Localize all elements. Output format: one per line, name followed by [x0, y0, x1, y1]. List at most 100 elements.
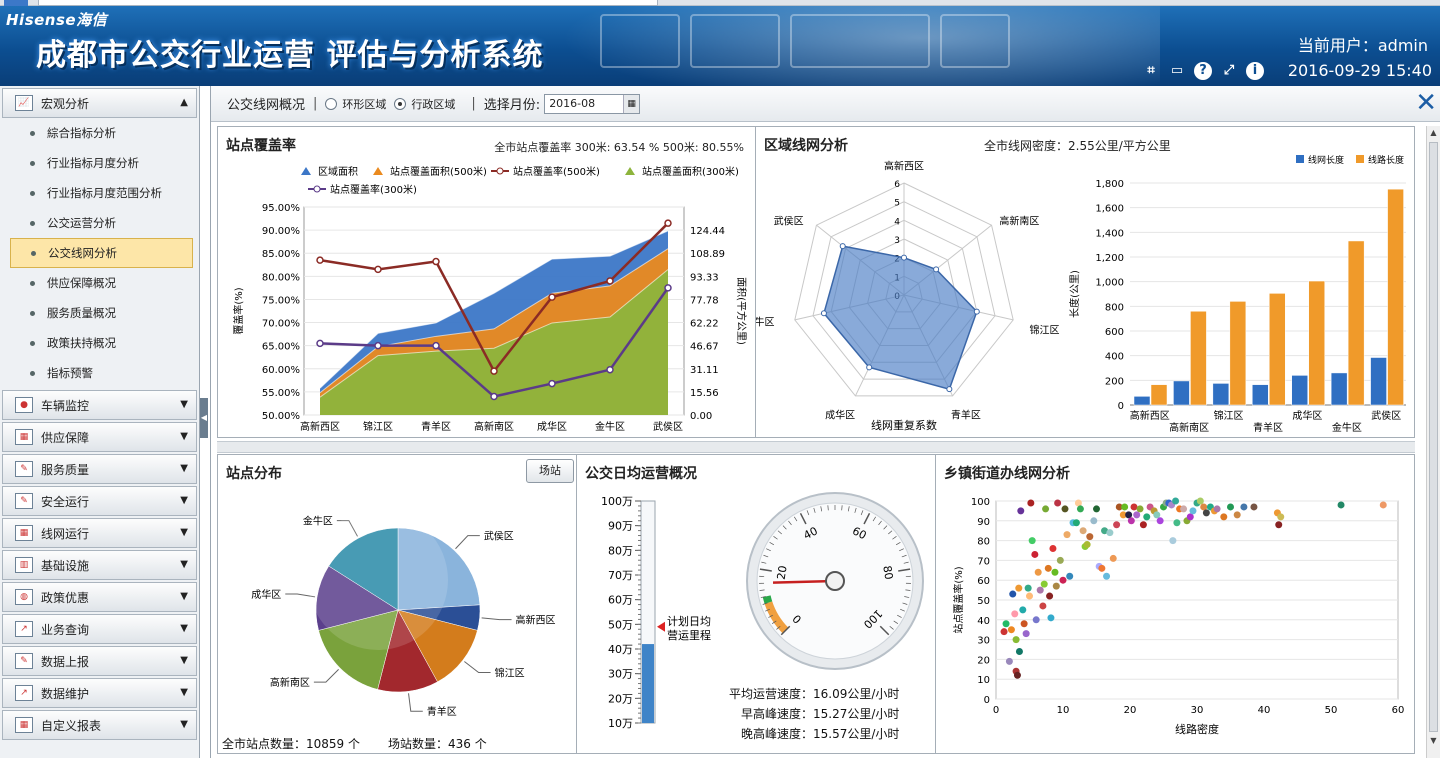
- sidebar-item[interactable]: 服务质量概况: [0, 298, 199, 328]
- radio-circle[interactable]: [325, 97, 338, 110]
- sidebar-group[interactable]: ↗ 业务查询 ▼: [2, 614, 197, 644]
- sidebar-group[interactable]: ◍ 政策优惠 ▼: [2, 582, 197, 612]
- sidebar-group[interactable]: ▥ 基础设施 ▼: [2, 550, 197, 580]
- coverage-chart: 50.00% 55.00% 60.00% 65.00% 70.00% 75.00% 80.0…: [232, 165, 748, 433]
- close-icon[interactable]: ✕: [1415, 88, 1437, 118]
- am-speed-label: 早高峰速度：: [740, 707, 813, 721]
- bar: [1212, 383, 1230, 406]
- chevron-down-icon[interactable]: ▼: [180, 719, 188, 730]
- scroll-thumb[interactable]: [1429, 142, 1438, 732]
- x-tick-label: 锦江区: [363, 420, 393, 433]
- month-label: 选择月份:: [483, 98, 541, 113]
- chevron-down-icon[interactable]: ▼: [180, 559, 188, 570]
- sidebar-group-label: 数据上报: [41, 654, 90, 669]
- station-count: 全市站点数量：10859 个: [222, 737, 360, 751]
- station-pie-chart: 武侯区高新西区锦江区青羊区 高新南区 成华区 金牛区: [251, 510, 556, 718]
- chevron-down-icon[interactable]: ▼: [180, 527, 188, 538]
- scatter-point: [1022, 630, 1030, 638]
- sidebar-group[interactable]: ✎ 服务质量 ▼: [2, 454, 197, 484]
- line-point: [316, 256, 324, 264]
- scatter-point: [1275, 521, 1283, 529]
- crop-icon[interactable]: ⌗: [1142, 62, 1160, 80]
- chevron-down-icon[interactable]: ▼: [180, 655, 188, 666]
- scatter-point: [1130, 503, 1138, 511]
- sidebar-item[interactable]: 綜合指标分析: [0, 118, 199, 148]
- bullet-icon: [30, 370, 35, 376]
- chevron-down-icon[interactable]: ▼: [180, 399, 188, 410]
- line-point: [374, 265, 382, 274]
- scatter-point: [1049, 545, 1057, 553]
- scatter-point: [1139, 521, 1147, 529]
- scatter-point: [1012, 636, 1020, 644]
- scatter-point: [1172, 497, 1180, 505]
- y-axis-label: 长度(公里): [1068, 270, 1081, 318]
- sidebar-item[interactable]: 公交线网分析: [10, 238, 193, 268]
- sidebar-group[interactable]: ✎ 安全运行 ▼: [2, 486, 197, 516]
- y-tick-label-left: 60.00%: [262, 365, 300, 376]
- y-tick-label-left: 75.00%: [262, 295, 300, 306]
- scroll-up-arrow[interactable]: ▲: [1427, 126, 1440, 140]
- chevron-down-icon[interactable]: ▼: [180, 623, 188, 634]
- radio-circle[interactable]: [394, 97, 407, 110]
- radar-point: [839, 243, 846, 250]
- bar: [1252, 384, 1269, 406]
- scatter-point: [1127, 517, 1135, 525]
- x-tick-label: 10: [1057, 705, 1070, 716]
- scatter-point: [1039, 602, 1047, 610]
- scatter-point: [1153, 511, 1161, 519]
- thermometer-tick-label: 50万: [608, 618, 633, 631]
- scatter-point: [1098, 564, 1106, 572]
- main-scrollbar[interactable]: ▲ ▼: [1426, 126, 1440, 758]
- month-input[interactable]: 2016-08 ▦: [544, 93, 641, 114]
- sidebar-group[interactable]: ▦ 供应保障 ▼: [2, 422, 197, 452]
- radio-ring-area[interactable]: 环形区域: [325, 96, 386, 112]
- sidebar-group[interactable]: ▦ 自定义报表 ▼: [2, 710, 197, 740]
- sidebar-group[interactable]: ↗ 数据维护 ▼: [2, 678, 197, 708]
- y-tick-label-right: 108.89: [690, 249, 725, 260]
- scatter-point: [1032, 616, 1040, 624]
- chevron-down-icon[interactable]: ▼: [180, 431, 188, 442]
- info-icon[interactable]: i: [1246, 62, 1264, 80]
- chart-icon: 📈: [15, 95, 33, 111]
- chevron-down-icon[interactable]: ▼: [180, 495, 188, 506]
- calendar-icon[interactable]: ▦: [623, 94, 640, 113]
- sidebar-item[interactable]: 公交运营分析: [0, 208, 199, 238]
- y-tick-label: 800: [1105, 302, 1124, 313]
- sidebar-item[interactable]: 政策扶持概况: [0, 328, 199, 358]
- app-title: 成都市公交行业运营 评估与分析系统: [36, 38, 544, 73]
- chevron-down-icon[interactable]: ▼: [180, 591, 188, 602]
- thermometer-tick-label: 30万: [608, 668, 633, 681]
- fullscreen-icon[interactable]: ⤢: [1220, 62, 1238, 80]
- keyboard-icon[interactable]: ▭: [1168, 62, 1186, 80]
- chevron-down-icon[interactable]: ▼: [180, 463, 188, 474]
- am-speed-value: 15.27公里/小时: [813, 707, 900, 721]
- sidebar-group[interactable]: ● 车辆监控 ▼: [2, 390, 197, 420]
- chevron-up-icon[interactable]: ▲: [180, 97, 188, 108]
- help-icon[interactable]: ?: [1194, 62, 1212, 80]
- bullet-icon: [30, 130, 35, 136]
- x-tick-label: 青羊区: [1253, 421, 1283, 434]
- scatter-point: [1034, 568, 1042, 576]
- ops-panel: 公交日均运营概况 10万 20万 30万 40万 50万 60万 70万 80万 90万 100万…: [576, 454, 936, 754]
- y-tick-label: 600: [1105, 327, 1124, 338]
- sidebar-group[interactable]: ▦ 线网运行 ▼: [2, 518, 197, 548]
- chevron-down-icon[interactable]: ▼: [180, 687, 188, 698]
- scatter-point: [1379, 501, 1387, 509]
- sidebar-group[interactable]: ✎ 数据上报 ▼: [2, 646, 197, 676]
- thermometer-tick-label: 80万: [608, 544, 633, 557]
- pie-leader-line: [464, 661, 491, 674]
- x-tick-label: 30: [1191, 705, 1204, 716]
- sidebar-group[interactable]: 📈 宏观分析 ▲: [2, 88, 197, 118]
- scatter-point: [1024, 584, 1032, 592]
- sidebar-item[interactable]: 供应保障概况: [0, 268, 199, 298]
- y-tick-label-right: 124.44: [690, 226, 725, 237]
- sidebar-item[interactable]: 行业指标月度范围分析: [0, 178, 199, 208]
- radio-admin-area[interactable]: 行政区域: [394, 96, 455, 112]
- sidebar-item[interactable]: 行业指标月度分析: [0, 148, 199, 178]
- scroll-down-arrow[interactable]: ▼: [1427, 734, 1440, 748]
- sidebar-collapse-handle[interactable]: ◀: [200, 398, 208, 438]
- x-tick-label: 青羊区: [421, 420, 451, 433]
- y-tick-label: 70: [977, 556, 990, 567]
- sidebar-item[interactable]: 指标预警: [0, 358, 199, 388]
- scatter-point: [1007, 626, 1015, 634]
